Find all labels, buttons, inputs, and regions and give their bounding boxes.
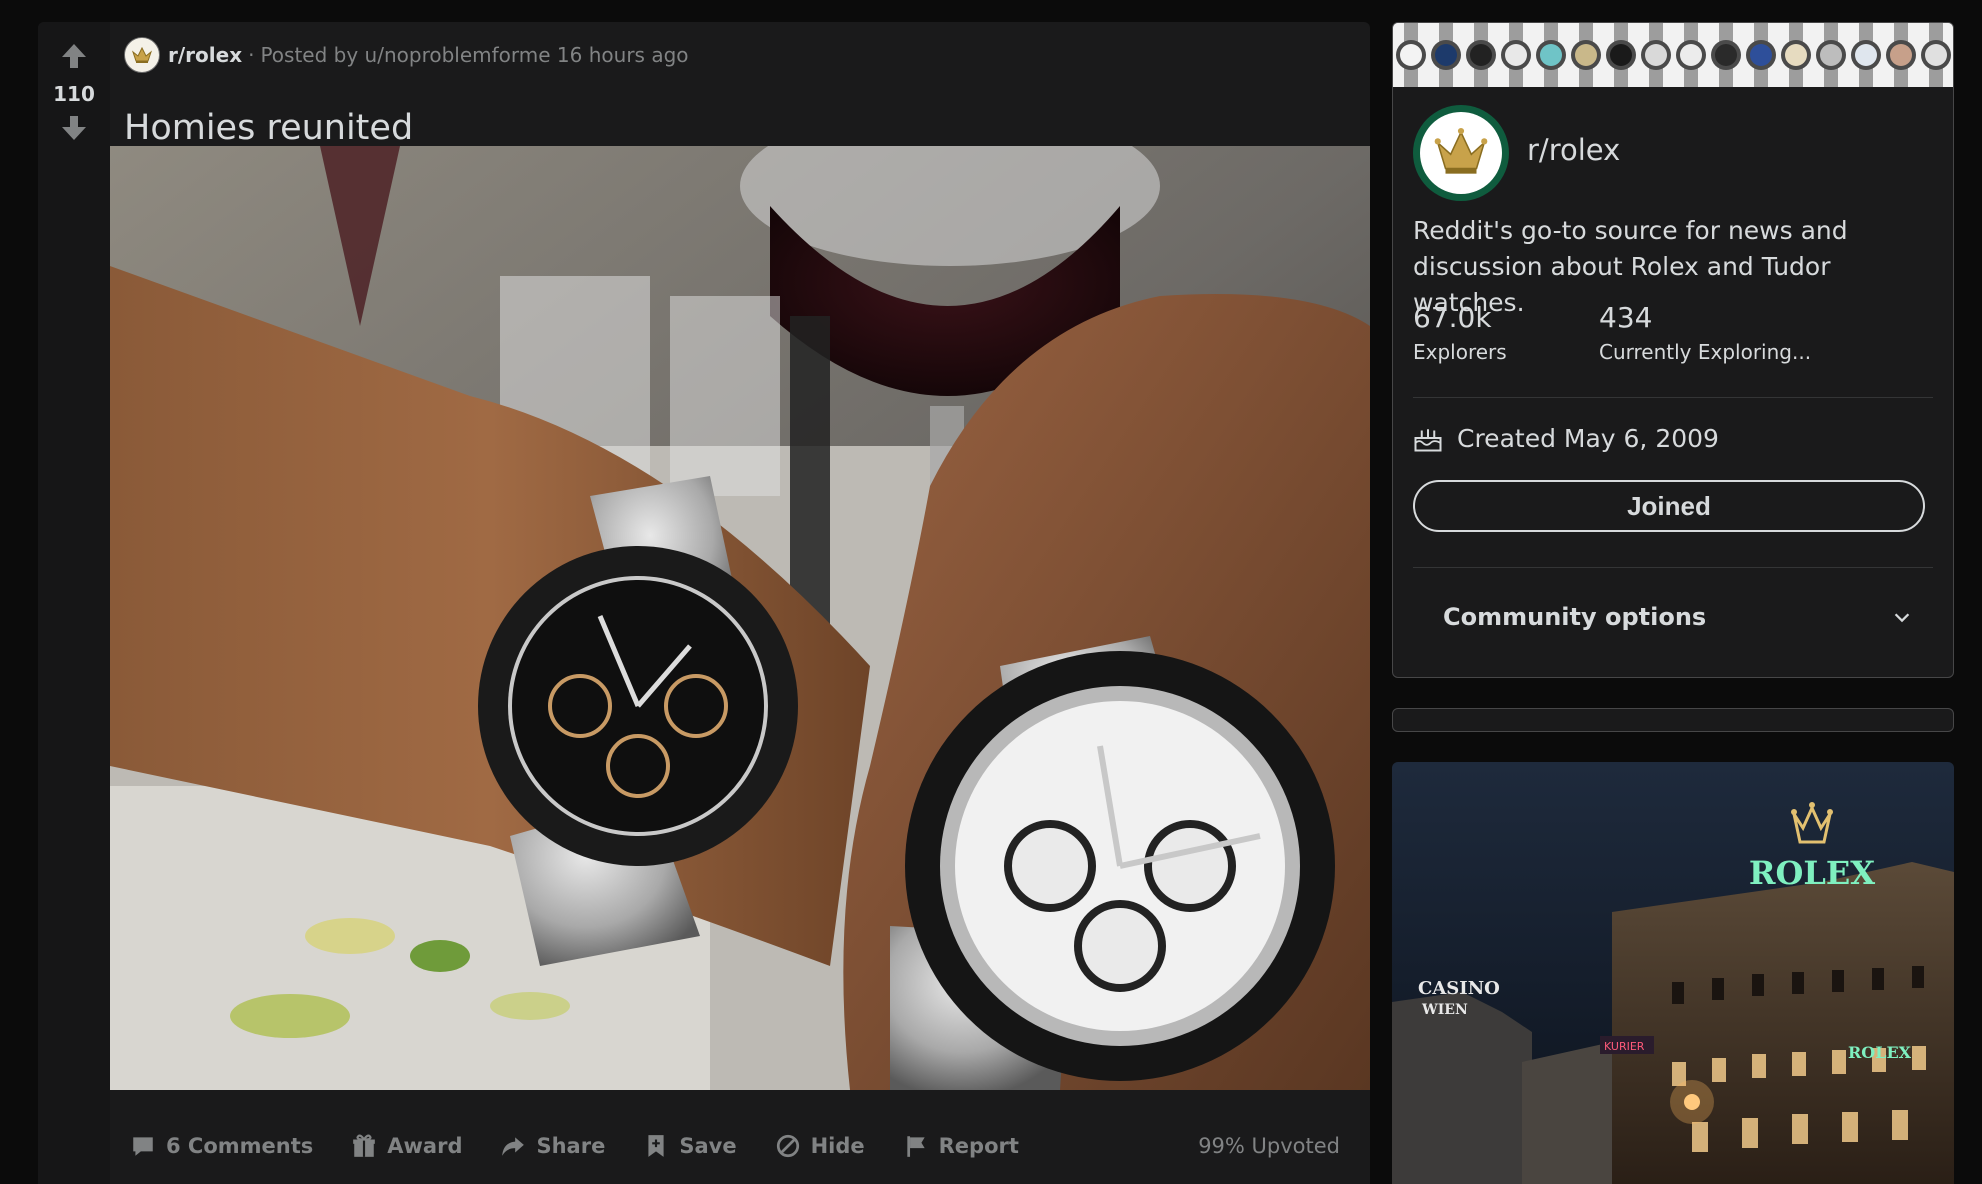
banner-watch-dial: [1890, 44, 1912, 66]
vote-count: 110: [53, 82, 95, 106]
subreddit-link[interactable]: r/rolex: [168, 43, 242, 67]
cake-icon: [1414, 429, 1442, 452]
divider: [1413, 397, 1933, 398]
banner-watch-dial: [1855, 44, 1877, 66]
stat-members-label: Explorers: [1413, 340, 1507, 364]
community-banner: [1393, 23, 1953, 87]
share-icon: [502, 1137, 525, 1156]
post-time[interactable]: 16 hours ago: [557, 43, 689, 67]
community-promo-image[interactable]: ROLEX CASINO WIEN KURIER ROLEX: [1392, 762, 1954, 1184]
watches-photo: [110, 146, 1370, 1090]
stat-members: 67.0k Explorers: [1413, 301, 1507, 364]
share-button[interactable]: Share: [500, 1133, 605, 1159]
banner-watch-dial: [1505, 44, 1527, 66]
upvote-ratio: 99% Upvoted: [1198, 1134, 1340, 1158]
post-actions: 6 Comments Award Share Save Hide Report: [130, 1116, 1057, 1176]
save-label: Save: [679, 1134, 737, 1158]
vote-column: 110: [38, 22, 110, 1184]
joined-button[interactable]: Joined: [1413, 480, 1925, 532]
hide-button[interactable]: Hide: [775, 1133, 865, 1159]
crown-icon: [1434, 127, 1488, 174]
banner-watch-dial: [1540, 44, 1562, 66]
empty-widget: [1392, 708, 1954, 732]
banner-watch-dial: [1785, 44, 1807, 66]
hide-icon: [776, 1134, 799, 1158]
banner-watch-dial: [1750, 44, 1772, 66]
banner-watch-dial: [1610, 44, 1632, 66]
report-label: Report: [938, 1134, 1019, 1158]
post-card: 110 r/rolex · Posted by u/noproblemforme…: [38, 22, 1370, 1184]
community-avatar: [1413, 105, 1509, 201]
kurier-sign: KURIER: [1604, 1040, 1645, 1053]
hide-label: Hide: [810, 1134, 865, 1158]
banner-watch-dial: [1435, 44, 1457, 66]
divider: [1413, 567, 1933, 568]
comments-button[interactable]: 6 Comments: [130, 1133, 313, 1159]
community-options-label: Community options: [1443, 603, 1707, 631]
flag-icon: [906, 1136, 925, 1157]
downvote-icon[interactable]: [58, 112, 90, 144]
save-button[interactable]: Save: [643, 1133, 737, 1159]
banner-watch-dial: [1680, 44, 1702, 66]
post-meta: r/rolex · Posted by u/noproblemforme 16 …: [124, 36, 689, 74]
created-text: Created May 6, 2009: [1457, 423, 1719, 453]
post-title[interactable]: Homies reunited: [124, 108, 413, 148]
banner-watch-dial: [1575, 44, 1597, 66]
chevron-down-icon: [1894, 613, 1910, 623]
meta-separator: ·: [248, 43, 255, 67]
rolex-neon-sign: ROLEX: [1749, 854, 1875, 892]
banner-watch-dial: [1470, 44, 1492, 66]
subreddit-crown-icon[interactable]: [124, 37, 160, 73]
created-date: Created May 6, 2009: [1413, 423, 1719, 453]
bookmark-icon: [648, 1135, 664, 1157]
community-options-toggle[interactable]: Community options: [1443, 603, 1913, 631]
posted-by[interactable]: Posted by u/noproblemforme: [260, 43, 550, 67]
award-button[interactable]: Award: [351, 1133, 462, 1159]
rolex-small-sign: ROLEX: [1848, 1043, 1912, 1062]
banner-watch-dial: [1645, 44, 1667, 66]
share-label: Share: [536, 1134, 606, 1158]
casino-sign-line2: WIEN: [1421, 1002, 1468, 1018]
banner-watch-dial: [1925, 44, 1947, 66]
about-community-widget: r/rolex Reddit's go-to source for news a…: [1392, 22, 1954, 678]
stat-online: 434 Currently Exploring...: [1599, 301, 1811, 364]
post-image[interactable]: [110, 146, 1370, 1090]
rolex-building-photo: ROLEX CASINO WIEN KURIER ROLEX: [1392, 762, 1954, 1184]
upvote-icon[interactable]: [58, 40, 90, 72]
community-name[interactable]: r/rolex: [1527, 133, 1620, 167]
stat-members-value: 67.0k: [1413, 301, 1492, 334]
gift-icon: [353, 1134, 376, 1157]
casino-sign-line1: CASINO: [1418, 978, 1500, 999]
banner-watch-dial: [1400, 44, 1422, 66]
comments-label: 6 Comments: [166, 1134, 314, 1158]
banner-watch-dial: [1715, 44, 1737, 66]
comment-icon: [133, 1137, 153, 1156]
stat-online-label: Currently Exploring...: [1599, 340, 1812, 364]
banner-watch-dial: [1820, 44, 1842, 66]
award-label: Award: [387, 1134, 463, 1158]
stat-online-value: 434: [1599, 301, 1653, 334]
report-button[interactable]: Report: [903, 1133, 1019, 1159]
